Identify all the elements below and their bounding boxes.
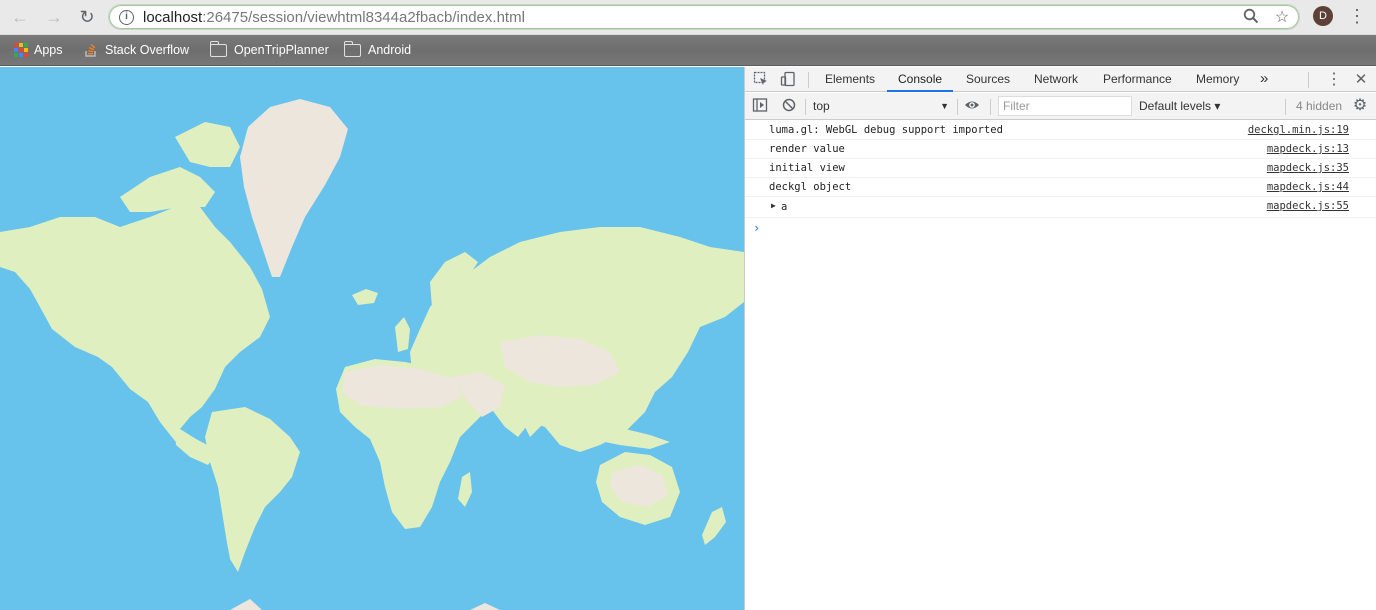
tab-console[interactable]: Console [887,67,954,92]
bookmark-stack-overflow[interactable]: Stack Overflow [84,40,189,60]
console-prompt[interactable]: › [745,218,1376,238]
devtools-tab-bar: Elements Console Sources Network Perform… [745,67,1376,92]
landmass-arctic-islands [120,167,215,212]
settings-gear-icon[interactable]: ⚙ [1351,97,1369,115]
prompt-chevron-icon: › [753,221,761,235]
tab-sources[interactable]: Sources [966,67,1010,92]
divider [1308,72,1309,88]
source-link[interactable]: mapdeck.js:35 [1267,159,1349,177]
info-icon[interactable]: i [119,10,134,25]
divider [808,72,809,88]
reload-icon[interactable]: ↻ [76,6,98,28]
hidden-messages-count: 4 hidden [1296,99,1343,113]
bookmark-apps[interactable]: Apps [14,40,63,60]
bookmark-android[interactable]: Android [343,40,411,60]
divider [990,99,991,115]
folder-icon [343,40,361,57]
landmass-uk [395,317,410,352]
dropdown-caret-icon: ▼ [940,101,949,111]
divider [805,99,806,115]
browser-toolbar: ← → ↻ i localhost:26475/session/viewhtml… [0,0,1376,35]
tab-performance[interactable]: Performance [1103,67,1172,92]
landmass-antarctica-2 [470,603,500,610]
eye-icon[interactable] [963,97,981,115]
device-toolbar-icon[interactable] [779,71,797,89]
more-tabs-icon[interactable]: » [1260,67,1268,92]
source-link[interactable]: mapdeck.js:55 [1267,197,1349,215]
stackoverflow-icon [84,43,98,57]
bookmark-star-icon[interactable]: ☆ [1272,8,1292,28]
address-bar[interactable]: i localhost:26475/session/viewhtml8344a2… [108,4,1300,30]
close-icon[interactable]: ✕ [1352,71,1370,89]
landmass-south-america [205,407,300,572]
profile-avatar[interactable]: D [1313,6,1333,26]
log-levels-dropdown[interactable]: Default levels ▾ [1139,96,1220,116]
console-messages: luma.gl: WebGL debug support imported de… [745,121,1376,238]
source-link[interactable]: mapdeck.js:13 [1267,140,1349,158]
tab-network[interactable]: Network [1034,67,1078,92]
divider [957,99,958,115]
tab-elements[interactable]: Elements [825,67,875,92]
landmass-iceland [352,289,378,305]
context-selector[interactable]: top ▼ [813,96,951,116]
console-message: initial view mapdeck.js:35 [745,159,1376,178]
inspect-element-icon[interactable] [752,71,770,89]
console-message-expandable[interactable]: ▶ a mapdeck.js:55 [745,197,1376,218]
filter-input[interactable]: Filter [998,96,1132,116]
console-toolbar: top ▼ Filter Default levels ▾ 4 hidden ⚙ [745,93,1376,120]
apps-grid-icon [14,43,28,57]
tab-memory[interactable]: Memory [1196,67,1239,92]
clear-console-icon[interactable] [780,97,798,115]
sidebar-toggle-icon[interactable] [751,97,769,115]
map-canvas[interactable] [0,67,744,610]
folder-icon [209,40,227,57]
devtools-panel: Elements Console Sources Network Perform… [744,67,1376,610]
browser-menu-icon[interactable]: ⋮ [1348,5,1366,29]
landmass-antarctica [230,599,262,610]
context-value: top [813,99,830,113]
console-message: render value mapdeck.js:13 [745,140,1376,159]
landmass-madagascar [458,472,472,507]
console-message: luma.gl: WebGL debug support imported de… [745,121,1376,140]
zoom-icon[interactable] [1241,8,1261,28]
divider [1285,99,1286,115]
landmass-arctic-islands-2 [175,122,240,167]
bookmark-opentripplanner[interactable]: OpenTripPlanner [209,40,329,60]
forward-arrow-icon[interactable]: → [43,6,65,28]
landmass-greenland [240,99,348,277]
source-link[interactable]: deckgl.min.js:19 [1248,121,1349,139]
world-map[interactable] [0,67,744,610]
source-link[interactable]: mapdeck.js:44 [1267,178,1349,196]
landmass-new-zealand [702,507,726,545]
back-arrow-icon[interactable]: ← [9,6,31,28]
expand-triangle-icon[interactable]: ▶ [771,197,776,215]
url-text[interactable]: localhost:26475/session/viewhtml8344a2fb… [143,9,525,26]
console-message: deckgl object mapdeck.js:44 [745,178,1376,197]
bookmarks-bar: Apps Stack Overflow OpenTripPlanner Andr… [0,35,1376,66]
devtools-menu-icon[interactable]: ⋮ [1325,71,1343,89]
